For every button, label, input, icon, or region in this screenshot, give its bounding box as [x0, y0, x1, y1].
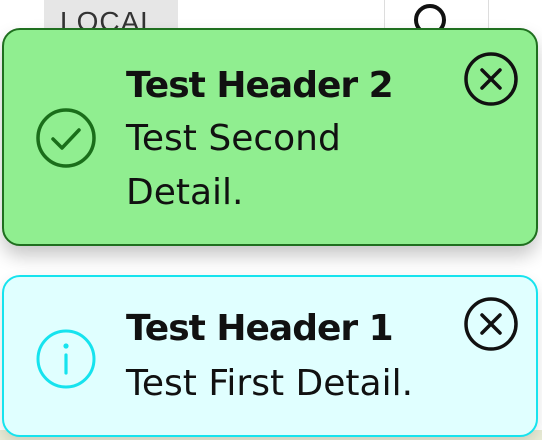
close-icon[interactable] [462, 50, 520, 108]
toast-header: Test Header 1 [126, 308, 394, 349]
check-circle-icon [34, 106, 98, 170]
toolbar-divider [384, 0, 385, 30]
close-icon[interactable] [462, 295, 520, 353]
toast-info: Test Header 1 Test First Detail. [2, 275, 538, 437]
toast-detail: Test Second Detail. [126, 118, 341, 213]
toolbar-divider [488, 0, 489, 30]
toast-detail: Test First Detail. [126, 363, 414, 404]
info-circle-icon [34, 327, 98, 391]
toast-header: Test Header 2 [126, 65, 394, 106]
toast-success: Test Header 2 Test Second Detail. [2, 28, 538, 246]
